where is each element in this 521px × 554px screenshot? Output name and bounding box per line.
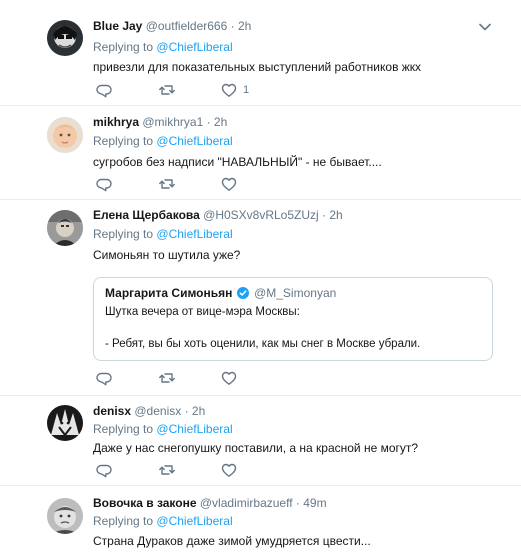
like-button[interactable] — [221, 370, 237, 386]
heart-icon — [221, 371, 237, 385]
reply-icon — [96, 372, 112, 386]
tweet-time[interactable]: · 2h — [207, 115, 228, 129]
author-name[interactable]: Елена Щербакова — [93, 208, 200, 222]
retweet-button[interactable] — [159, 82, 175, 98]
tweet[interactable]: Елена Щербакова @H0SXv8vRLo5ZUzj · 2h Re… — [0, 200, 521, 396]
quoted-text-line: - Ребят, вы бы хоть оценили, как мы снег… — [105, 338, 421, 350]
author-name[interactable]: mikhrya — [93, 115, 139, 129]
avatar[interactable] — [47, 20, 83, 56]
like-button[interactable] — [221, 462, 237, 478]
retweet-icon — [159, 373, 175, 383]
like-count: 1 — [243, 84, 250, 96]
tweet-text: привезли для показательных выступлений р… — [93, 60, 422, 74]
tweet-text: Симоньян то шутила уже? — [93, 248, 241, 262]
quoted-author-handle[interactable]: @M_Simonyan — [254, 286, 336, 300]
replying-to-link[interactable]: @ChiefLiberal — [156, 227, 232, 241]
replying-to-label: Replying to — [93, 514, 154, 528]
quoted-text-line: Шутка вечера от вице-мэра Москвы: — [105, 306, 300, 318]
tweet-time[interactable]: · 49m — [296, 496, 327, 510]
avatar[interactable] — [47, 498, 83, 534]
tweet-time[interactable]: · 2h — [322, 208, 343, 222]
author-name[interactable]: Blue Jay — [93, 19, 142, 33]
chevron-down-icon[interactable] — [479, 23, 491, 31]
author-handle[interactable]: @outfielder666 — [146, 19, 228, 33]
tweet-time[interactable]: · 2h — [185, 404, 206, 418]
replying-to-label: Replying to — [93, 40, 154, 54]
replying-to-link[interactable]: @ChiefLiberal — [156, 422, 232, 436]
quoted-tweet[interactable]: Маргарита Симоньян @M_Simonyan Шутка веч… — [93, 277, 493, 361]
retweet-button[interactable] — [159, 176, 175, 192]
author-handle[interactable]: @H0SXv8vRLo5ZUzj — [203, 208, 319, 222]
author-handle[interactable]: @mikhrya1 — [142, 115, 203, 129]
tweet[interactable]: Blue Jay @outfielder666 · 2h Replying to… — [0, 0, 521, 106]
retweet-icon — [159, 465, 175, 475]
quoted-author-name[interactable]: Маргарита Симоньян — [105, 286, 232, 300]
like-button[interactable]: 1 — [221, 82, 249, 98]
heart-icon — [221, 177, 237, 191]
author-handle[interactable]: @denisx — [134, 404, 181, 418]
reply-icon — [96, 84, 112, 98]
replying-to-link[interactable]: @ChiefLiberal — [156, 40, 232, 54]
reply-icon — [96, 464, 112, 478]
reply-button[interactable] — [96, 462, 112, 478]
retweet-icon — [159, 85, 175, 95]
tweet[interactable]: denisx @denisx · 2h Replying to @ChiefLi… — [0, 396, 521, 486]
heart-icon — [221, 463, 237, 477]
tweet-text: Страна Дураков даже зимой умудряется цве… — [93, 534, 371, 548]
avatar[interactable] — [47, 405, 83, 441]
reply-button[interactable] — [96, 176, 112, 192]
heart-icon — [221, 83, 237, 97]
retweet-button[interactable] — [159, 370, 175, 386]
tweet-text: Даже у нас снегопушку поставили, а на кр… — [93, 441, 419, 455]
like-button[interactable] — [221, 176, 237, 192]
reply-button[interactable] — [96, 82, 112, 98]
reply-button[interactable] — [96, 370, 112, 386]
verified-badge-icon — [236, 287, 249, 299]
tweet[interactable]: Вовочка в законе @vladimirbazueff · 49m … — [0, 486, 521, 554]
author-name[interactable]: denisx — [93, 404, 131, 418]
retweet-icon — [159, 179, 175, 189]
replying-to-link[interactable]: @ChiefLiberal — [156, 514, 232, 528]
avatar[interactable] — [47, 210, 83, 246]
avatar[interactable] — [47, 117, 83, 153]
replying-to-label: Replying to — [93, 422, 154, 436]
tweet-time[interactable]: · 2h — [231, 19, 252, 33]
reply-icon — [96, 178, 112, 192]
replying-to-label: Replying to — [93, 134, 154, 148]
retweet-button[interactable] — [159, 462, 175, 478]
replying-to-link[interactable]: @ChiefLiberal — [156, 134, 232, 148]
replying-to-label: Replying to — [93, 227, 154, 241]
author-handle[interactable]: @vladimirbazueff — [200, 496, 293, 510]
tweet-text: сугробов без надписи "НАВАЛЬНЫЙ" - не бы… — [93, 155, 382, 169]
author-name[interactable]: Вовочка в законе — [93, 496, 197, 510]
tweet[interactable]: mikhrya @mikhrya1 · 2h Replying to @Chie… — [0, 106, 521, 200]
